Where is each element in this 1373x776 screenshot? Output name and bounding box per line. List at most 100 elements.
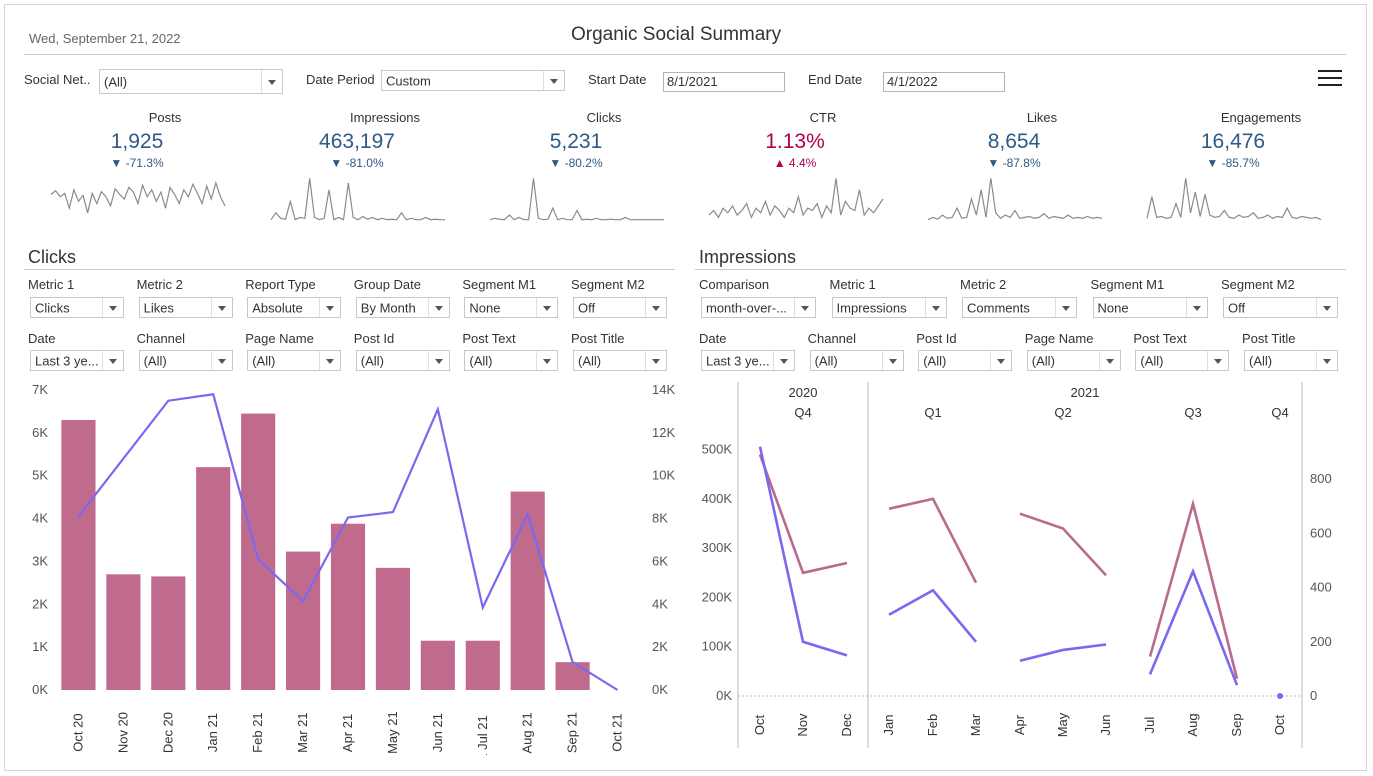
- x-tick-label: 1 May 21: [385, 711, 400, 755]
- y-right-tick-label: 800: [1310, 471, 1332, 486]
- impressions-dropdown[interactable]: (All): [1135, 350, 1230, 371]
- x-tick-label: 1 Oct 21: [610, 713, 625, 755]
- impressions-dropdown[interactable]: Off: [1223, 297, 1338, 318]
- month-tick-label: Sep: [1229, 713, 1244, 736]
- chevron-down-icon[interactable]: [1055, 298, 1076, 317]
- chevron-down-icon[interactable]: [319, 298, 340, 317]
- y-right-tick-label: 600: [1310, 525, 1332, 540]
- impressions-control-label: Metric 2: [960, 277, 1007, 292]
- impressions-dropdown[interactable]: Comments: [962, 297, 1077, 318]
- chevron-down-icon[interactable]: [536, 298, 557, 317]
- clicks-dropdown[interactable]: Likes: [138, 297, 233, 318]
- chevron-down-icon[interactable]: [1316, 351, 1337, 370]
- line-series-segment: [888, 497, 978, 584]
- chevron-down-icon[interactable]: [543, 71, 564, 90]
- clicks-dropdown-value: (All): [143, 353, 167, 368]
- chevron-down-icon[interactable]: [1316, 298, 1337, 317]
- kpi-delta: ▼ -80.2%: [549, 156, 603, 170]
- clicks-control-label: Date: [28, 331, 56, 346]
- impressions-dropdown[interactable]: (All): [809, 350, 904, 371]
- clicks-control-label: Group Date: [353, 277, 421, 292]
- clicks-dropdown[interactable]: (All): [573, 350, 667, 371]
- impressions-control-label: Metric 1: [829, 277, 876, 292]
- clicks-dropdown[interactable]: Clicks: [30, 297, 124, 318]
- impressions-dropdown[interactable]: Last 3 ye...: [701, 350, 795, 371]
- clicks-dropdown[interactable]: (All): [355, 350, 450, 371]
- y-left-tick-label: 300K: [702, 540, 733, 555]
- clicks-dropdown[interactable]: By Month: [355, 297, 450, 318]
- kpi-delta: ▲ 4.4%: [773, 156, 817, 170]
- chevron-down-icon[interactable]: [210, 351, 232, 370]
- chevron-down-icon[interactable]: [427, 298, 449, 317]
- chevron-down-icon[interactable]: [319, 351, 340, 370]
- chevron-down-icon[interactable]: [536, 351, 557, 370]
- date-period-dropdown[interactable]: Custom: [381, 70, 565, 91]
- chevron-down-icon[interactable]: [990, 351, 1011, 370]
- chevron-down-icon[interactable]: [210, 298, 232, 317]
- impressions-dropdown-value: (All): [1140, 353, 1164, 368]
- y-right-tick-label: 200: [1310, 634, 1332, 649]
- impressions-dropdown[interactable]: (All): [918, 350, 1013, 371]
- impressions-dropdown[interactable]: (All): [1244, 350, 1338, 371]
- social-network-value: (All): [104, 74, 128, 89]
- impressions-dropdown[interactable]: (All): [1026, 350, 1121, 371]
- clicks-dropdown[interactable]: (All): [138, 350, 233, 371]
- bar: [465, 640, 500, 690]
- chevron-down-icon[interactable]: [1098, 351, 1120, 370]
- menu-icon[interactable]: [1318, 70, 1342, 88]
- chevron-down-icon[interactable]: [794, 298, 815, 317]
- chevron-down-icon[interactable]: [645, 298, 666, 317]
- chevron-down-icon[interactable]: [881, 351, 903, 370]
- clicks-dropdown[interactable]: Absolute: [247, 297, 342, 318]
- chevron-down-icon[interactable]: [1207, 351, 1228, 370]
- kpi-value: 5,231: [549, 130, 603, 153]
- y-left-tick-label: 200K: [702, 589, 733, 604]
- chevron-down-icon[interactable]: [102, 298, 123, 317]
- sparkline-path: [708, 178, 884, 220]
- kpi-value: 1.13%: [765, 130, 825, 153]
- impressions-control-label: Post Title: [1242, 331, 1296, 346]
- impressions-control-label: Segment M2: [1221, 277, 1295, 292]
- chevron-down-icon[interactable]: [102, 351, 123, 370]
- clicks-control-label: Segment M1: [462, 277, 537, 292]
- date-period-label: Date Period: [306, 72, 375, 87]
- chevron-down-icon[interactable]: [924, 298, 946, 317]
- sparkline: [927, 178, 1103, 221]
- clicks-dropdown[interactable]: (All): [464, 350, 559, 371]
- y-left-tick-label: 0K: [32, 682, 48, 697]
- y-right-tick-label: 8K: [652, 511, 668, 526]
- kpi-delta: ▼ -71.3%: [110, 156, 164, 170]
- clicks-control-label: Metric 2: [136, 277, 183, 292]
- y-right-tick-label: 2K: [652, 639, 668, 654]
- year-header: 2021: [1071, 385, 1100, 400]
- chevron-down-icon[interactable]: [1185, 298, 1207, 317]
- kpi-delta: ▼ -81.0%: [330, 156, 384, 170]
- start-date-input[interactable]: 8/1/2021: [663, 72, 785, 92]
- chevron-down-icon[interactable]: [427, 351, 449, 370]
- end-date-input[interactable]: 4/1/2022: [883, 72, 1005, 92]
- chevron-down-icon[interactable]: [773, 351, 794, 370]
- clicks-dropdown-value: (All): [252, 353, 276, 368]
- social-network-dropdown[interactable]: (All): [99, 69, 283, 94]
- y-left-tick-label: 2K: [32, 596, 48, 611]
- clicks-dropdown[interactable]: (All): [247, 350, 342, 371]
- chevron-down-icon[interactable]: [261, 70, 282, 93]
- impressions-dropdown[interactable]: month-over-...: [701, 297, 816, 318]
- report-date: Wed, September 21, 2022: [29, 31, 181, 46]
- clicks-dropdown[interactable]: Off: [573, 297, 667, 318]
- y-left-tick-label: 7K: [32, 382, 48, 397]
- social-network-label: Social Net..: [24, 72, 91, 87]
- page-title: Organic Social Summary: [571, 24, 782, 45]
- clicks-dropdown[interactable]: None: [464, 297, 559, 318]
- x-tick-label: 1 Feb 21: [250, 712, 265, 755]
- clicks-dropdown[interactable]: Last 3 ye...: [30, 350, 124, 371]
- line-series-segment: [888, 588, 977, 643]
- clicks-combo-chart: 0K 1K 2K 3K 4K 5K 6K 7K 0K 2K 4K 6K 8K 10K 12K 14K 1 Oct…: [32, 382, 675, 755]
- impressions-dropdown-value: Off: [1228, 300, 1246, 315]
- x-tick-label: 1 Aug 21: [520, 712, 535, 755]
- impressions-dropdown[interactable]: None: [1092, 297, 1208, 318]
- chevron-down-icon[interactable]: [645, 351, 666, 370]
- quarter-header: Q1: [924, 405, 941, 420]
- impressions-dropdown[interactable]: Impressions: [831, 297, 947, 318]
- clicks-dropdown-value: (All): [469, 353, 493, 368]
